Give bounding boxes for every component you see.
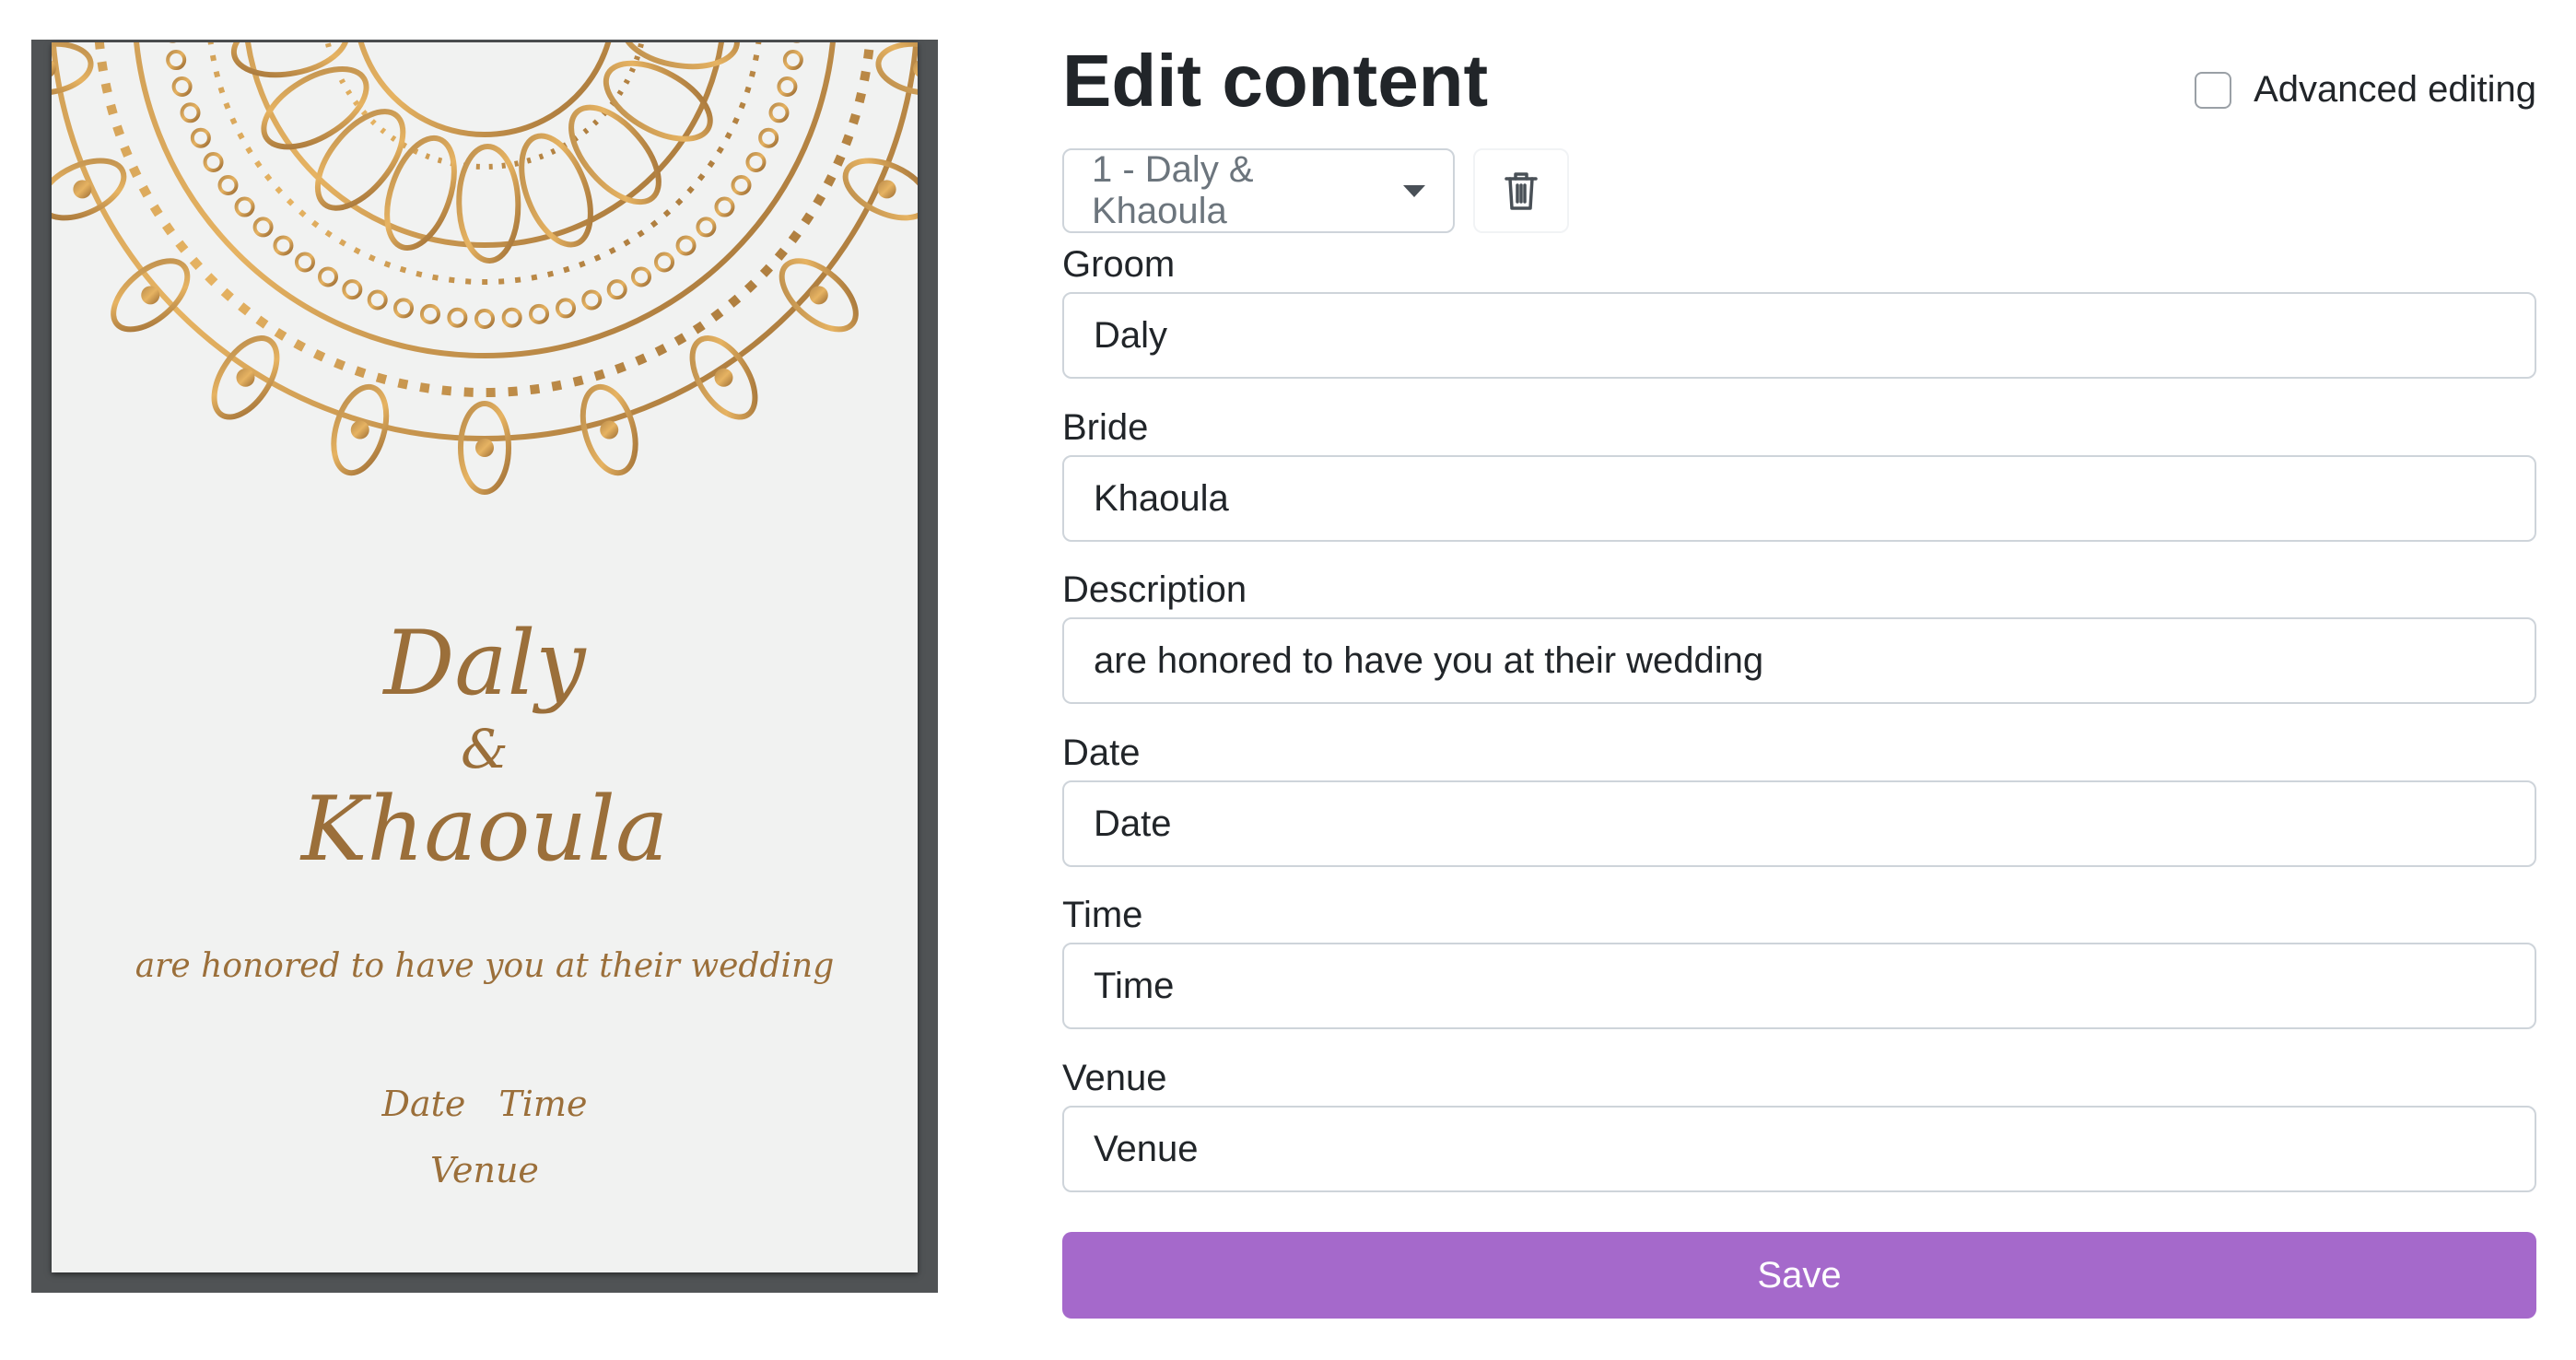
preview-ampersand: & [461,718,509,780]
bride-input[interactable]: Khaoula [1062,455,2536,542]
preview-groom-name: Daly [383,612,586,715]
mandala-ornament-icon [52,42,918,495]
caret-down-icon [1403,184,1425,197]
preview-date: Date [381,1084,466,1124]
version-select-value: 1 - Daly & Khaoula [1092,149,1254,231]
preview-venue: Venue [430,1150,539,1190]
advanced-editing-checkbox[interactable] [2195,71,2232,109]
venue-label: Venue [1062,1058,1167,1098]
preview-date-time: Date Time [52,1084,918,1124]
advanced-editing-toggle[interactable]: Advanced editing [2195,69,2536,111]
bride-label: Bride [1062,407,1149,448]
groom-input[interactable]: Daly [1062,292,2536,379]
preview-bride-name: Khaoula [300,778,669,881]
invitation-card: Daly & Khaoula are honored to have you a… [52,42,918,1272]
description-label: Description [1062,569,1247,610]
description-input[interactable]: are honored to have you at their wedding [1062,617,2536,704]
date-input[interactable]: Date [1062,780,2536,867]
time-label: Time [1062,895,1143,935]
date-label: Date [1062,733,1141,773]
invitation-preview: Daly & Khaoula are honored to have you a… [31,40,938,1293]
page-title: Edit content [1062,40,1489,122]
preview-description: are honored to have you at their wedding [135,947,835,985]
preview-time: Time [498,1084,588,1124]
trash-icon [1505,172,1538,210]
delete-button[interactable] [1473,148,1569,233]
groom-label: Groom [1062,244,1176,285]
advanced-editing-label: Advanced editing [2254,69,2536,110]
save-button[interactable]: Save [1062,1232,2536,1319]
time-input[interactable]: Time [1062,943,2536,1029]
version-row: 1 - Daly & Khaoula [1062,148,1569,233]
version-select[interactable]: 1 - Daly & Khaoula [1062,148,1455,233]
venue-input[interactable]: Venue [1062,1106,2536,1192]
